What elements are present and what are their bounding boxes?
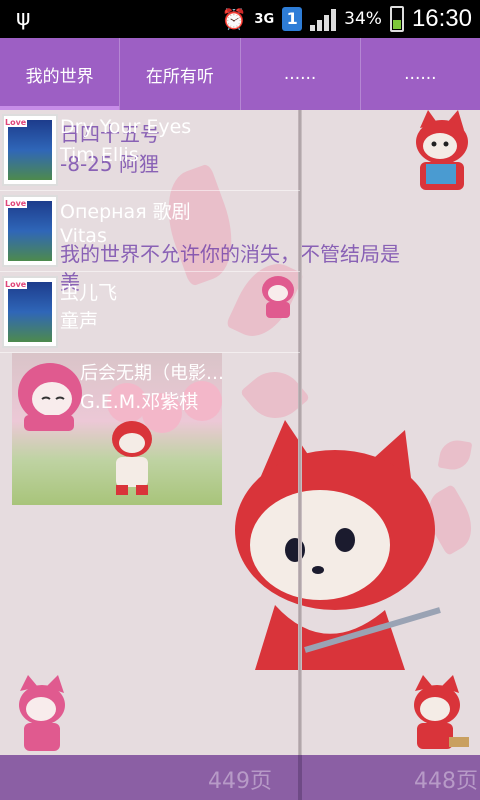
- song-title: Dry Your Eyes: [60, 116, 192, 138]
- network-type: 3G: [254, 11, 275, 27]
- battery-icon: [389, 6, 404, 32]
- love-badge: Love: [4, 118, 28, 127]
- song-list: Love Dry Your Eyes Tim Ellis Love Оперна…: [0, 110, 300, 513]
- alarm-icon: ⏰: [221, 7, 247, 31]
- left-page-number: 449页: [208, 769, 272, 794]
- song-artist: 童声: [60, 310, 99, 332]
- fox-sticker-bottom-right: [414, 675, 469, 749]
- page-footer: 449页 448页: [0, 755, 480, 800]
- right-page-number: 448页: [414, 769, 478, 794]
- album-thumbnail: Love: [2, 114, 58, 186]
- fox-sticker-bottom-left: [19, 675, 65, 751]
- tab-more-2[interactable]: ......: [361, 38, 480, 110]
- song-title: Оперная 歌剧: [60, 201, 191, 223]
- list-item[interactable]: Love Оперная 歌剧 Vitas: [0, 191, 300, 272]
- song-artist: G.E.M.邓紫棋: [80, 391, 199, 413]
- tab-more-1[interactable]: ......: [241, 38, 361, 110]
- sim-icon: 1: [282, 7, 303, 31]
- status-bar: ψ ⏰ 3G 1 34% 16:30: [0, 0, 480, 38]
- album-thumbnail: Love: [2, 195, 58, 267]
- clock: 16:30: [411, 5, 472, 32]
- fox-avatar: [18, 363, 82, 431]
- footer-divider: [298, 755, 302, 800]
- song-artist: Tim Ellis: [60, 144, 139, 166]
- tab-listening[interactable]: 在所有听: [120, 38, 241, 110]
- fox-walking: [112, 421, 152, 495]
- song-title: 后会无期（电影…: [80, 363, 224, 384]
- list-item[interactable]: 后会无期（电影… G.E.M.邓紫棋: [0, 353, 300, 513]
- tab-my-world[interactable]: 我的世界: [0, 38, 121, 110]
- signal-icon: [310, 7, 337, 31]
- battery-percent: 34%: [344, 9, 382, 29]
- song-artist: Vitas: [60, 225, 107, 247]
- usb-icon: ψ: [16, 6, 31, 31]
- love-badge: Love: [4, 280, 28, 289]
- album-thumbnail: Love: [2, 276, 58, 348]
- list-item[interactable]: Love 虫儿飞 童声: [0, 272, 300, 353]
- list-item[interactable]: Love Dry Your Eyes Tim Ellis: [0, 110, 300, 191]
- love-badge: Love: [4, 199, 28, 208]
- song-title: 虫儿飞: [60, 282, 118, 304]
- fox-reading-sticker: [416, 110, 468, 190]
- tab-bar: 我的世界 在所有听 ...... ......: [0, 38, 480, 110]
